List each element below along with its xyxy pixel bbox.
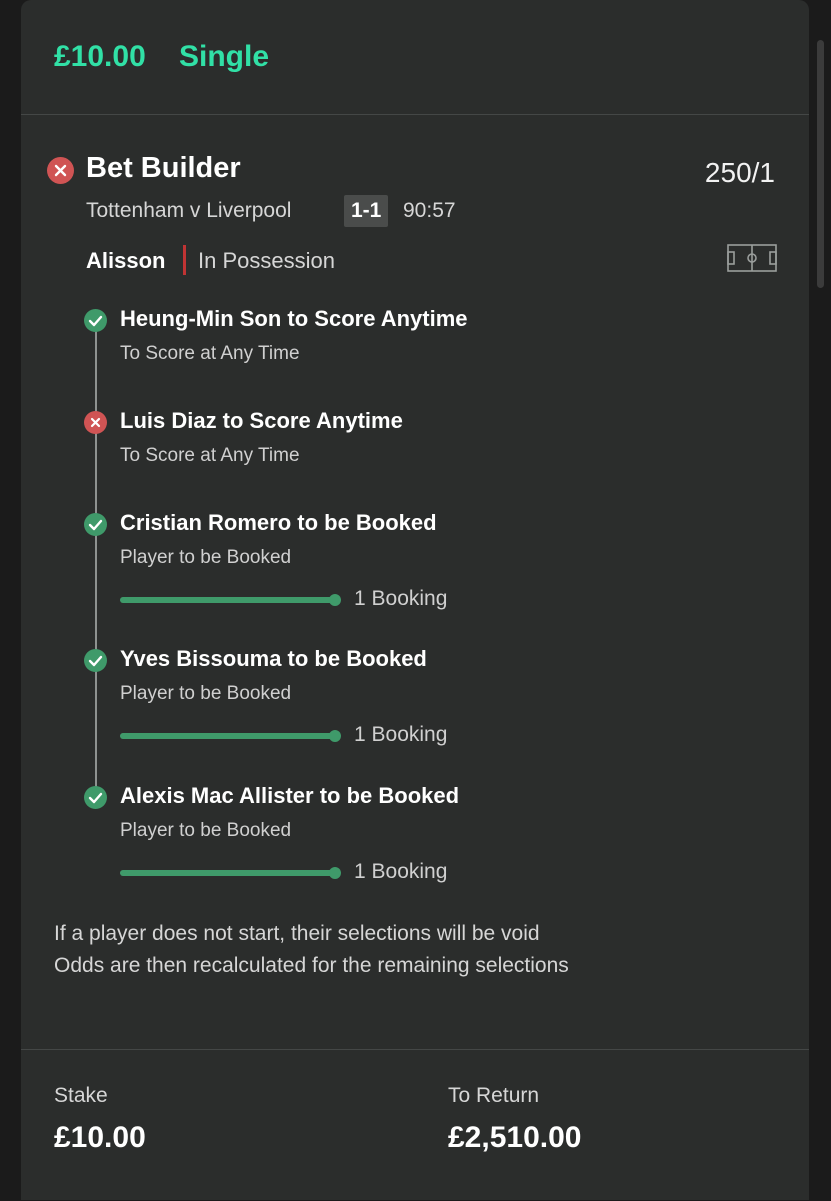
progress-fill [120, 597, 335, 603]
leg-market: Player to be Booked [120, 683, 292, 704]
match-name[interactable]: Tottenham v Liverpool [86, 199, 291, 223]
void-note: If a player does not start, their select… [54, 922, 540, 945]
header-bet-type: Single [179, 40, 270, 73]
leg-title: Luis Diaz to Score Anytime [120, 408, 403, 433]
possession-label: In Possession [198, 248, 335, 273]
return-label: To Return [448, 1084, 540, 1107]
bet-header[interactable]: £10.00 Single [21, 0, 809, 115]
scrollbar[interactable] [817, 40, 824, 288]
progress-label: 1 Booking [354, 587, 448, 610]
match-time: 90:57 [403, 199, 456, 222]
bet-builder-title: Bet Builder [86, 152, 241, 184]
check-icon [84, 309, 107, 332]
progress-label: 1 Booking [354, 723, 448, 746]
leg-market: Player to be Booked [120, 547, 292, 568]
progress-bar [120, 867, 341, 879]
progress-marker [329, 867, 341, 879]
check-icon [84, 513, 107, 536]
check-icon [84, 786, 107, 809]
header-stake: £10.00 [54, 40, 146, 73]
progress-marker [329, 730, 341, 742]
leg-title: Alexis Mac Allister to be Booked [120, 783, 460, 808]
recalc-note: Odds are then recalculated for the remai… [54, 954, 569, 977]
progress-marker [329, 594, 341, 606]
pitch-icon[interactable] [727, 244, 777, 272]
return-value: £2,510.00 [448, 1121, 582, 1154]
progress-bar [120, 730, 341, 742]
bet-footer: Stake £10.00 To Return £2,510.00 [21, 1049, 809, 1201]
leg-title: Yves Bissouma to be Booked [120, 646, 427, 671]
progress-label: 1 Booking [354, 860, 448, 883]
possession-indicator [183, 245, 186, 275]
cross-icon [84, 411, 107, 434]
progress-bar [120, 594, 341, 606]
bet-odds: 250/1 [704, 157, 775, 188]
leg-market: To Score at Any Time [120, 445, 300, 466]
possession-team: Alisson [86, 248, 166, 273]
leg-title: Heung-Min Son to Score Anytime [120, 306, 468, 331]
leg-title: Cristian Romero to be Booked [120, 510, 437, 535]
bet-card: £10.00 Single Bet Builder 250/1 Tottenha… [21, 0, 809, 1200]
cross-icon [47, 157, 74, 184]
stake-label: Stake [54, 1084, 108, 1107]
leg-market: Player to be Booked [120, 820, 292, 841]
stake-value: £10.00 [54, 1121, 146, 1154]
check-icon [84, 649, 107, 672]
progress-fill [120, 870, 335, 876]
leg-market: To Score at Any Time [120, 343, 300, 364]
progress-fill [120, 733, 335, 739]
legs-timeline [95, 320, 97, 796]
score-badge: 1-1 [344, 195, 389, 227]
